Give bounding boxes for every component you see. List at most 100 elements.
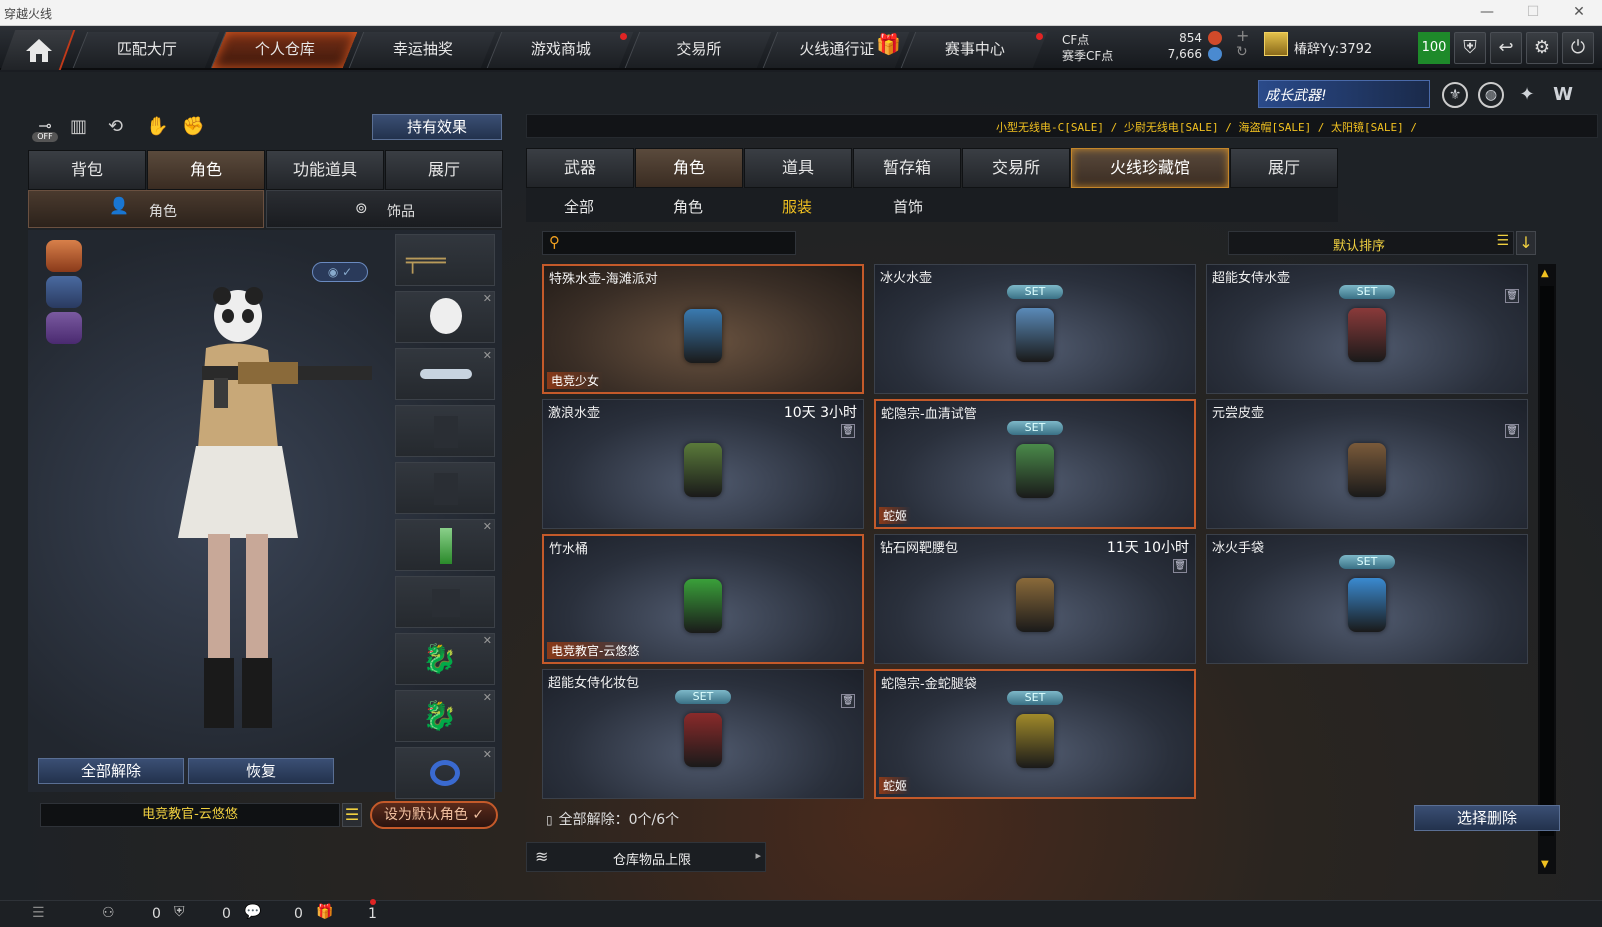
tab-weapons[interactable]: 武器 <box>526 148 634 188</box>
tab-lucky-draw[interactable]: 幸运抽奖 <box>348 32 496 68</box>
item-card[interactable]: 钻石网靶腰包 11天 10小时 🗑 <box>874 534 1196 664</box>
refresh-icon[interactable]: ↻ <box>1236 44 1248 60</box>
bracelet-slot[interactable]: ✕ <box>395 747 495 799</box>
menu-icon[interactable]: ☰ <box>342 803 362 827</box>
globe-icon[interactable]: ◍ <box>1478 82 1504 108</box>
tab-collection[interactable]: 火线珍藏馆 <box>1071 148 1229 188</box>
filter-all[interactable]: 全部 <box>564 196 594 217</box>
close-button[interactable]: ✕ <box>1556 0 1602 26</box>
restore-button[interactable]: 恢复 <box>188 758 334 784</box>
gear-icon[interactable]: ⚙ <box>1526 32 1558 64</box>
item-card[interactable]: 特殊水壶-海滩派对 电竞少女 <box>542 264 864 394</box>
trash-icon[interactable]: 🗑 <box>1505 289 1519 303</box>
binoculars-icon[interactable]: ⚇ <box>102 905 115 921</box>
trash-icon[interactable]: 🗑 <box>841 424 855 438</box>
tab-exhibit[interactable]: 展厅 <box>1230 148 1338 188</box>
item-card[interactable]: 蛇隐宗-金蛇腿袋 SET 蛇姬 <box>874 669 1196 799</box>
wings-icon[interactable]: W <box>1550 82 1576 108</box>
maximize-button[interactable]: ☐ <box>1510 0 1556 26</box>
tab-items[interactable]: 道具 <box>744 148 852 188</box>
faction-icon-1[interactable] <box>46 240 82 272</box>
scroll-down-icon[interactable]: ▼ <box>1541 859 1549 870</box>
faction-icon-3[interactable] <box>46 312 82 344</box>
weapon-slot[interactable]: ╤══ <box>395 234 495 286</box>
pet-slot-silver[interactable]: ✕ 🐉 <box>395 690 495 742</box>
add-icon[interactable]: + <box>1236 26 1249 45</box>
remove-icon[interactable]: ✕ <box>483 349 492 362</box>
faction-icon-2[interactable] <box>46 276 82 308</box>
power-icon[interactable]: ⏻ <box>1562 32 1594 64</box>
minimize-button[interactable]: — <box>1464 0 1510 26</box>
vest-slot[interactable] <box>395 405 495 457</box>
trash-icon[interactable]: 🗑 <box>1505 424 1519 438</box>
gift-small-icon[interactable]: 🎁 <box>316 904 333 920</box>
tab-functional-items[interactable]: 功能道具 <box>266 150 384 190</box>
clear-all-button[interactable]: 全部解除 <box>38 758 184 784</box>
home-button[interactable] <box>0 30 76 70</box>
remove-icon[interactable]: ✕ <box>483 748 492 761</box>
search-box[interactable]: ⚲ <box>542 231 796 255</box>
tab-storage[interactable]: 暂存箱 <box>853 148 961 188</box>
canteen-slot[interactable]: ✕ <box>395 519 495 571</box>
stats-icon[interactable]: ▥ <box>70 116 87 137</box>
item-card[interactable]: 激浪水壶 10天 3小时 🗑 <box>542 399 864 529</box>
emblem-icon[interactable]: ⚜ <box>1442 82 1468 108</box>
item-card[interactable]: 竹水桶 电竞教官-云悠悠 <box>542 534 864 664</box>
item-card[interactable]: 元尝皮壶 🗑 <box>1206 399 1528 529</box>
shield-icon[interactable]: ⛨ <box>1454 32 1486 64</box>
return-icon[interactable]: ↩ <box>1490 32 1522 64</box>
tab-backpack[interactable]: 背包 <box>28 150 146 190</box>
backpack-slot[interactable] <box>395 462 495 514</box>
set-default-character-button[interactable]: 设为默认角色 ✓ <box>370 801 498 829</box>
glove-icon[interactable]: ✊ <box>182 116 204 137</box>
chat-icon[interactable]: 💬 <box>244 904 261 920</box>
select-delete-button[interactable]: 选择删除 <box>1414 805 1560 831</box>
tab-character[interactable]: 角色 <box>147 150 265 190</box>
scroll-track[interactable] <box>1540 286 1554 836</box>
capacity-bar[interactable]: ≋ 仓库物品上限 ▸ <box>526 842 766 872</box>
growth-weapon-banner[interactable]: 成长武器! <box>1258 80 1430 108</box>
scroll-up-icon[interactable]: ▲ <box>1541 268 1549 279</box>
scrollbar[interactable]: ▲ ▼ <box>1538 264 1556 874</box>
hand-icon[interactable]: ✋ <box>146 116 168 137</box>
item-card[interactable]: 冰火水壶 SET <box>874 264 1196 394</box>
history-icon[interactable]: ⟲ <box>108 116 123 137</box>
item-card[interactable]: 蛇隐宗-血清试管 SET 蛇姬 <box>874 399 1196 529</box>
held-effects-button[interactable]: 持有效果 <box>372 114 502 140</box>
subtab-accessories[interactable]: ⊚ 饰品 <box>266 190 502 228</box>
username[interactable]: 椿辞Yy:3792 <box>1294 38 1372 57</box>
sort-direction-icon[interactable]: ↓ <box>1516 231 1536 255</box>
filter-clothing[interactable]: 服装 <box>782 196 812 217</box>
subtab-character[interactable]: 👤 角色 <box>28 190 264 228</box>
item-card[interactable]: 冰火手袋 SET <box>1206 534 1528 664</box>
item-card[interactable]: 超能女侍化妆包 SET 🗑 <box>542 669 864 799</box>
remove-icon[interactable]: ✕ <box>483 691 492 704</box>
item-card[interactable]: 超能女侍水壶 SET 🗑 <box>1206 264 1528 394</box>
remove-icon[interactable]: ✕ <box>483 292 492 305</box>
filter-jewelry[interactable]: 首饰 <box>893 196 923 217</box>
remove-icon[interactable]: ✕ <box>483 634 492 647</box>
badge-icon[interactable]: ✦ <box>1514 82 1540 108</box>
trash-icon[interactable]: 🗑 <box>1173 559 1187 573</box>
pouch-slot[interactable] <box>395 576 495 628</box>
trash-icon[interactable]: 🗑 <box>841 694 855 708</box>
shield-small-icon[interactable]: ⛨ <box>174 904 185 920</box>
pet-slot-gold[interactable]: ✕ 🐉 <box>395 633 495 685</box>
item-name: 激浪水壶 <box>548 406 601 421</box>
tab-event-center[interactable]: 赛事中心 <box>900 32 1048 68</box>
tab-characters[interactable]: 角色 <box>635 148 743 188</box>
off-toggle[interactable]: OFF <box>32 132 58 142</box>
search-input[interactable] <box>571 234 791 252</box>
list-menu-icon[interactable]: ☰ <box>32 905 45 921</box>
tab-trade[interactable]: 交易所 <box>962 148 1070 188</box>
tab-personal-warehouse[interactable]: 个人仓库 <box>210 32 358 68</box>
eyewear-slot[interactable]: ✕ <box>395 348 495 400</box>
tab-exchange[interactable]: 交易所 <box>624 32 772 68</box>
tab-showroom[interactable]: 展厅 <box>385 150 503 190</box>
tab-match-lobby[interactable]: 匹配大厅 <box>72 32 220 68</box>
sort-dropdown[interactable]: 默认排序 ☰ <box>1228 231 1514 255</box>
tab-game-mall[interactable]: 游戏商城 <box>486 32 634 68</box>
remove-icon[interactable]: ✕ <box>483 520 492 533</box>
filter-character[interactable]: 角色 <box>673 196 703 217</box>
head-slot[interactable]: ✕ <box>395 291 495 343</box>
